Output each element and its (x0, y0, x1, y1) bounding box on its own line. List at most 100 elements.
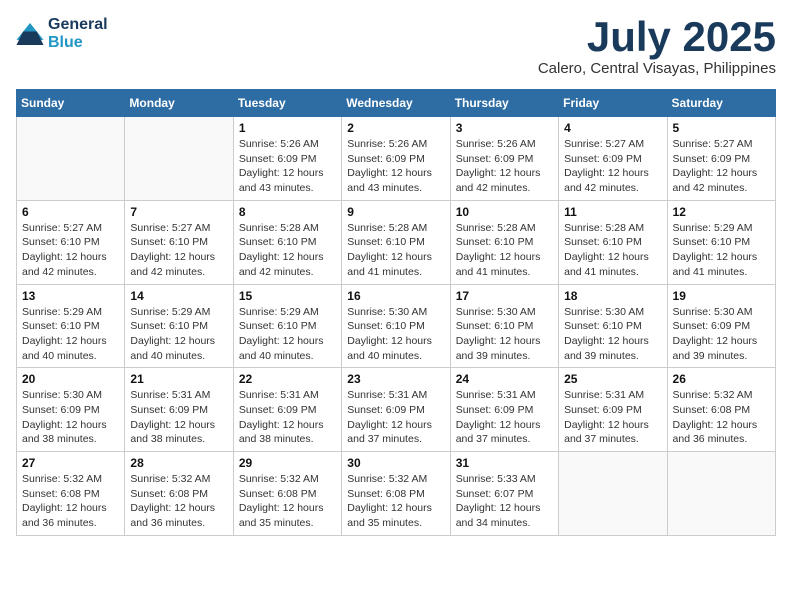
calendar-cell: 2 Sunrise: 5:26 AM Sunset: 6:09 PM Daylig… (342, 117, 450, 201)
weekday-header: Saturday (667, 90, 775, 117)
calendar-table: SundayMondayTuesdayWednesdayThursdayFrid… (16, 89, 776, 536)
day-info: Sunrise: 5:27 AM Sunset: 6:10 PM Dayligh… (22, 221, 119, 280)
calendar-cell: 15 Sunrise: 5:29 AM Sunset: 6:10 PM Dayli… (233, 284, 341, 368)
calendar-week-row: 20 Sunrise: 5:30 AM Sunset: 6:09 PM Dayli… (17, 368, 776, 452)
calendar-cell (559, 452, 667, 536)
day-number: 8 (239, 205, 336, 219)
calendar-cell: 6 Sunrise: 5:27 AM Sunset: 6:10 PM Daylig… (17, 200, 125, 284)
title-block: July 2025 Calero, Central Visayas, Phili… (538, 16, 776, 77)
calendar-week-row: 1 Sunrise: 5:26 AM Sunset: 6:09 PM Daylig… (17, 117, 776, 201)
day-number: 13 (22, 289, 119, 303)
day-number: 11 (564, 205, 661, 219)
calendar-cell: 21 Sunrise: 5:31 AM Sunset: 6:09 PM Dayli… (125, 368, 233, 452)
calendar-cell: 20 Sunrise: 5:30 AM Sunset: 6:09 PM Dayli… (17, 368, 125, 452)
day-number: 10 (456, 205, 553, 219)
day-number: 14 (130, 289, 227, 303)
calendar-cell: 27 Sunrise: 5:32 AM Sunset: 6:08 PM Dayli… (17, 452, 125, 536)
day-info: Sunrise: 5:26 AM Sunset: 6:09 PM Dayligh… (456, 137, 553, 196)
logo-text: General Blue (48, 16, 108, 52)
calendar-cell: 11 Sunrise: 5:28 AM Sunset: 6:10 PM Dayli… (559, 200, 667, 284)
day-info: Sunrise: 5:31 AM Sunset: 6:09 PM Dayligh… (130, 388, 227, 447)
day-number: 26 (673, 372, 770, 386)
calendar-cell: 24Sunrise: 5:31 AM Sunset: 6:09 PM Dayli… (450, 368, 558, 452)
day-number: 23 (347, 372, 444, 386)
calendar-cell: 22 Sunrise: 5:31 AM Sunset: 6:09 PM Dayli… (233, 368, 341, 452)
weekday-header: Sunday (17, 90, 125, 117)
weekday-header: Thursday (450, 90, 558, 117)
calendar-cell: 8Sunrise: 5:28 AM Sunset: 6:10 PM Daylig… (233, 200, 341, 284)
calendar-cell: 7Sunrise: 5:27 AM Sunset: 6:10 PM Daylig… (125, 200, 233, 284)
day-number: 6 (22, 205, 119, 219)
calendar-cell: 23 Sunrise: 5:31 AM Sunset: 6:09 PM Dayli… (342, 368, 450, 452)
day-info: Sunrise: 5:30 AM Sunset: 6:10 PM Dayligh… (564, 305, 661, 364)
day-number: 27 (22, 456, 119, 470)
calendar-cell: 10 Sunrise: 5:28 AM Sunset: 6:10 PM Dayli… (450, 200, 558, 284)
day-info: Sunrise: 5:30 AM Sunset: 6:10 PM Dayligh… (347, 305, 444, 364)
calendar-cell: 25 Sunrise: 5:31 AM Sunset: 6:09 PM Dayli… (559, 368, 667, 452)
calendar-week-row: 13 Sunrise: 5:29 AM Sunset: 6:10 PM Dayli… (17, 284, 776, 368)
day-number: 18 (564, 289, 661, 303)
day-number: 19 (673, 289, 770, 303)
calendar-cell: 16 Sunrise: 5:30 AM Sunset: 6:10 PM Dayli… (342, 284, 450, 368)
day-number: 30 (347, 456, 444, 470)
calendar-cell: 13 Sunrise: 5:29 AM Sunset: 6:10 PM Dayli… (17, 284, 125, 368)
day-number: 29 (239, 456, 336, 470)
day-number: 20 (22, 372, 119, 386)
calendar-week-row: 6 Sunrise: 5:27 AM Sunset: 6:10 PM Daylig… (17, 200, 776, 284)
calendar-cell: 19 Sunrise: 5:30 AM Sunset: 6:09 PM Dayli… (667, 284, 775, 368)
day-info: Sunrise: 5:32 AM Sunset: 6:08 PM Dayligh… (22, 472, 119, 531)
day-info: Sunrise: 5:32 AM Sunset: 6:08 PM Dayligh… (347, 472, 444, 531)
day-info: Sunrise: 5:27 AM Sunset: 6:09 PM Dayligh… (564, 137, 661, 196)
day-info: Sunrise: 5:30 AM Sunset: 6:09 PM Dayligh… (673, 305, 770, 364)
day-number: 25 (564, 372, 661, 386)
logo-icon (16, 23, 44, 45)
day-info: Sunrise: 5:33 AM Sunset: 6:07 PM Dayligh… (456, 472, 553, 531)
day-info: Sunrise: 5:28 AM Sunset: 6:10 PM Dayligh… (456, 221, 553, 280)
calendar-cell: 4Sunrise: 5:27 AM Sunset: 6:09 PM Daylig… (559, 117, 667, 201)
day-number: 2 (347, 121, 444, 135)
logo: General Blue (16, 16, 108, 52)
page-header: General Blue July 2025 Calero, Central V… (16, 16, 776, 77)
day-number: 9 (347, 205, 444, 219)
day-info: Sunrise: 5:31 AM Sunset: 6:09 PM Dayligh… (456, 388, 553, 447)
day-number: 15 (239, 289, 336, 303)
calendar-cell: 12 Sunrise: 5:29 AM Sunset: 6:10 PM Dayli… (667, 200, 775, 284)
day-number: 16 (347, 289, 444, 303)
day-number: 5 (673, 121, 770, 135)
day-number: 31 (456, 456, 553, 470)
calendar-cell: 17Sunrise: 5:30 AM Sunset: 6:10 PM Dayli… (450, 284, 558, 368)
weekday-header: Tuesday (233, 90, 341, 117)
calendar-cell: 29 Sunrise: 5:32 AM Sunset: 6:08 PM Dayli… (233, 452, 341, 536)
day-info: Sunrise: 5:28 AM Sunset: 6:10 PM Dayligh… (564, 221, 661, 280)
day-number: 1 (239, 121, 336, 135)
day-number: 28 (130, 456, 227, 470)
day-info: Sunrise: 5:30 AM Sunset: 6:09 PM Dayligh… (22, 388, 119, 447)
day-number: 17 (456, 289, 553, 303)
calendar-cell: 18 Sunrise: 5:30 AM Sunset: 6:10 PM Dayli… (559, 284, 667, 368)
main-title: July 2025 (538, 16, 776, 58)
day-number: 21 (130, 372, 227, 386)
calendar-cell: 3Sunrise: 5:26 AM Sunset: 6:09 PM Daylig… (450, 117, 558, 201)
day-info: Sunrise: 5:29 AM Sunset: 6:10 PM Dayligh… (673, 221, 770, 280)
day-number: 22 (239, 372, 336, 386)
weekday-header: Monday (125, 90, 233, 117)
day-info: Sunrise: 5:31 AM Sunset: 6:09 PM Dayligh… (347, 388, 444, 447)
day-info: Sunrise: 5:29 AM Sunset: 6:10 PM Dayligh… (239, 305, 336, 364)
day-info: Sunrise: 5:31 AM Sunset: 6:09 PM Dayligh… (239, 388, 336, 447)
day-info: Sunrise: 5:32 AM Sunset: 6:08 PM Dayligh… (239, 472, 336, 531)
day-info: Sunrise: 5:27 AM Sunset: 6:09 PM Dayligh… (673, 137, 770, 196)
day-info: Sunrise: 5:32 AM Sunset: 6:08 PM Dayligh… (673, 388, 770, 447)
day-info: Sunrise: 5:31 AM Sunset: 6:09 PM Dayligh… (564, 388, 661, 447)
day-number: 7 (130, 205, 227, 219)
calendar-cell: 14Sunrise: 5:29 AM Sunset: 6:10 PM Dayli… (125, 284, 233, 368)
calendar-header-row: SundayMondayTuesdayWednesdayThursdayFrid… (17, 90, 776, 117)
calendar-week-row: 27 Sunrise: 5:32 AM Sunset: 6:08 PM Dayli… (17, 452, 776, 536)
calendar-cell: 9 Sunrise: 5:28 AM Sunset: 6:10 PM Daylig… (342, 200, 450, 284)
calendar-cell: 1Sunrise: 5:26 AM Sunset: 6:09 PM Daylig… (233, 117, 341, 201)
day-info: Sunrise: 5:28 AM Sunset: 6:10 PM Dayligh… (347, 221, 444, 280)
calendar-cell (17, 117, 125, 201)
day-number: 12 (673, 205, 770, 219)
day-info: Sunrise: 5:32 AM Sunset: 6:08 PM Dayligh… (130, 472, 227, 531)
day-info: Sunrise: 5:29 AM Sunset: 6:10 PM Dayligh… (22, 305, 119, 364)
day-info: Sunrise: 5:26 AM Sunset: 6:09 PM Dayligh… (347, 137, 444, 196)
